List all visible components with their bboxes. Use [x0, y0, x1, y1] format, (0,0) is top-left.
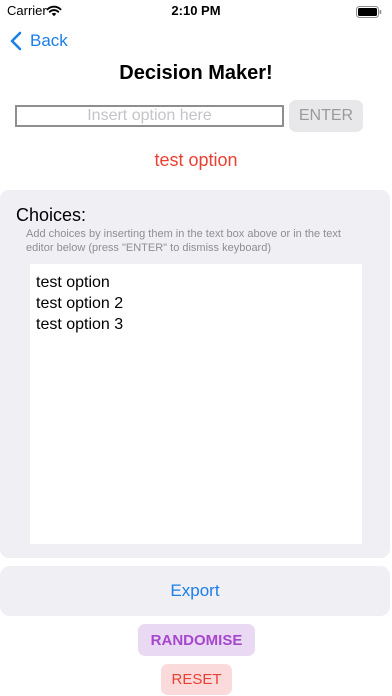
- status-bar: Carrier 2:10 PM: [0, 0, 392, 22]
- chevron-left-icon: [10, 31, 22, 51]
- battery-icon: [356, 5, 382, 23]
- back-button[interactable]: Back: [10, 29, 68, 53]
- choices-hint: Add choices by inserting them in the tex…: [26, 228, 341, 254]
- randomise-button[interactable]: RANDOMISE: [138, 624, 255, 656]
- choice-line: test option: [36, 274, 110, 291]
- selected-option: test option: [154, 150, 238, 170]
- page-title: Decision Maker!: [119, 62, 273, 84]
- choice-line: test option 2: [36, 295, 124, 312]
- reset-button[interactable]: RESET: [161, 664, 232, 695]
- choices-text-editor[interactable]: test option test option 2 test option 3: [30, 264, 362, 544]
- back-label: Back: [30, 31, 68, 50]
- choices-heading: Choices:: [16, 205, 87, 225]
- option-input[interactable]: [15, 105, 284, 127]
- export-button[interactable]: Export: [0, 566, 390, 616]
- choice-line: test option 3: [36, 316, 124, 333]
- status-time: 2:10 PM: [171, 3, 221, 18]
- enter-button[interactable]: ENTER: [289, 100, 363, 132]
